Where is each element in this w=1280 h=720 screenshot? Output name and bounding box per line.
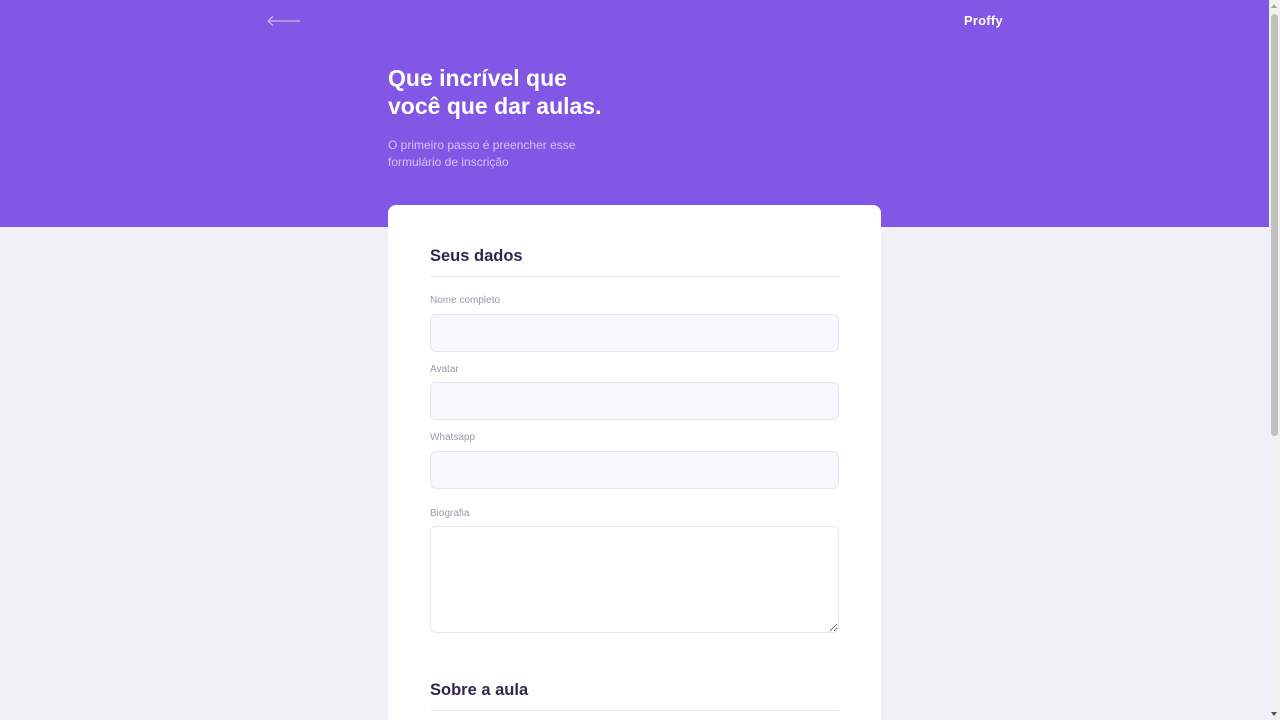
page-title-line-2: você que dar aulas. [388,93,602,119]
name-label: Nome completo [430,295,501,306]
arrow-left-icon [267,16,300,26]
biography-label: Biografia [430,508,470,519]
section-title-class-info: Sobre a aula [430,681,839,711]
logo: Proffy [964,13,1003,28]
name-field[interactable] [430,314,839,352]
whatsapp-field[interactable] [430,451,839,489]
registration-form-card: Seus dados Nome completo Avatar Whatsapp… [388,205,881,720]
page-title-line-1: Que incrível que [388,65,567,91]
biography-field[interactable] [430,526,839,633]
page-title: Que incrível que você que dar aulas. [388,64,688,120]
page-description: O primeiro passo é preencher esse formul… [388,137,628,171]
page-header: Proffy Que incrível que você que dar aul… [0,0,1269,227]
section-title-personal-data: Seus dados [430,247,839,277]
avatar-label: Avatar [430,364,459,375]
scroll-up-arrow-icon[interactable] [1271,4,1277,8]
scroll-down-arrow-icon[interactable] [1271,712,1277,716]
scrollbar-thumb[interactable] [1271,14,1278,436]
page-description-line-2: formulário de inscrição [388,155,509,169]
avatar-field[interactable] [430,382,839,420]
page-scrollbar[interactable] [1269,0,1280,720]
whatsapp-label: Whatsapp [430,432,476,443]
back-link[interactable] [266,12,302,30]
page-description-line-1: O primeiro passo é preencher esse [388,138,576,152]
